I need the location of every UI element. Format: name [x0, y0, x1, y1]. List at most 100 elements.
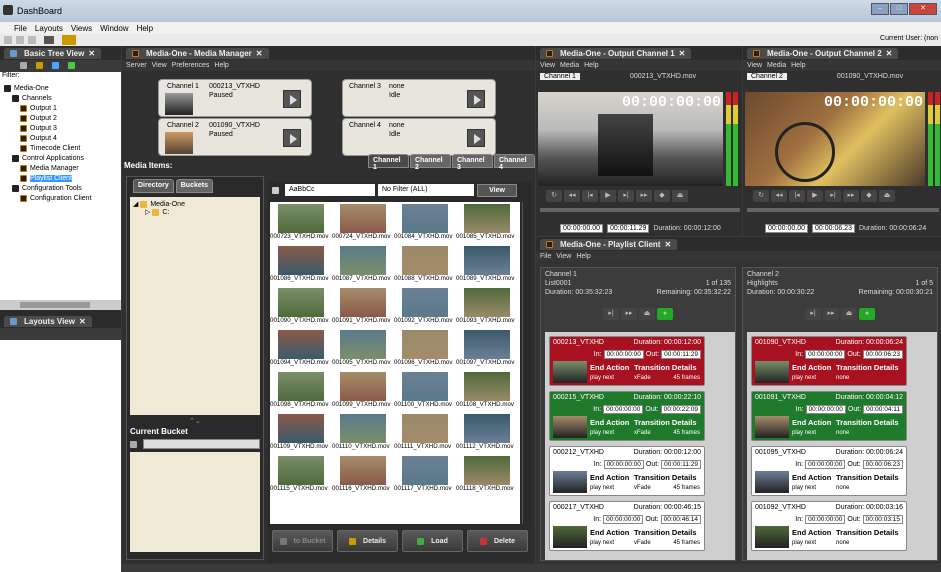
- playlist-item[interactable]: 001090_VTXHD Duration: 00:00:06:24 In: 00:0…: [751, 336, 907, 386]
- in-point[interactable]: 00:00:00:00: [603, 515, 644, 524]
- filter-dropdown[interactable]: No Filter (ALL): [378, 184, 474, 196]
- menu-server[interactable]: Server: [126, 62, 147, 69]
- filter-row[interactable]: Filter:: [0, 72, 121, 82]
- to-bucket-button[interactable]: to Bucket: [272, 530, 333, 552]
- tab-buckets[interactable]: Buckets: [175, 179, 213, 193]
- media-thumbnail[interactable]: 001094_VTXHD.mov: [270, 328, 332, 370]
- channel-1-box[interactable]: Channel 1 000213_VTXHD Paused: [158, 79, 312, 117]
- eject-icon[interactable]: ⏏: [672, 190, 688, 202]
- out-point[interactable]: 00:00:22:09: [660, 405, 701, 414]
- refresh-icon[interactable]: [52, 62, 59, 69]
- rewind-icon[interactable]: ◂◂: [564, 190, 580, 202]
- menu-view[interactable]: View: [747, 62, 762, 69]
- output1-tab[interactable]: Media-One - Output Channel 1 ✕: [540, 47, 692, 59]
- play-icon[interactable]: [467, 90, 485, 108]
- tree-options-icon[interactable]: [20, 62, 27, 69]
- splitter-icon[interactable]: ⌃⌄: [127, 417, 263, 427]
- tab-directory[interactable]: Directory: [133, 179, 174, 193]
- ffwd-icon[interactable]: ▸▸: [823, 308, 839, 320]
- menu-layouts[interactable]: Layouts: [35, 24, 63, 33]
- out-point[interactable]: 00:00:11.29: [606, 223, 650, 233]
- media-thumbnail[interactable]: 001115_VTXHD.mov: [270, 454, 332, 496]
- scroll-thumb[interactable]: [20, 302, 90, 308]
- load-button[interactable]: Load: [402, 530, 463, 552]
- in-point[interactable]: 00:00:00.00: [560, 223, 603, 233]
- eject-icon[interactable]: ⏏: [879, 190, 895, 202]
- media-thumbnail[interactable]: 001089_VTXHD.mov: [456, 244, 518, 286]
- tree-item[interactable]: Timecode Client: [4, 144, 121, 154]
- media-thumbnail[interactable]: 001090_VTXHD.mov: [270, 286, 332, 328]
- add-icon[interactable]: [68, 62, 75, 69]
- media-manager-tab[interactable]: Media-One - Media Manager ✕: [126, 47, 269, 59]
- out-point[interactable]: 00:00:11:29: [661, 460, 701, 469]
- tree-item[interactable]: Control Applications: [4, 154, 121, 164]
- tab-channel-2[interactable]: Channel 2: [410, 154, 451, 171]
- close-icon[interactable]: ✕: [664, 240, 671, 249]
- media-thumbnail[interactable]: 001096_VTXHD.mov: [394, 328, 456, 370]
- play-icon[interactable]: ▶: [807, 190, 823, 202]
- media-thumbnail[interactable]: 001088_VTXHD.mov: [394, 244, 456, 286]
- playlist-item[interactable]: 000213_VTXHD Duration: 00:00:12:00 In: 00:0…: [549, 336, 705, 386]
- media-thumbnail[interactable]: 001109_VTXHD.mov: [270, 412, 332, 454]
- media-thumbnail[interactable]: 001095_VTXHD.mov: [332, 328, 394, 370]
- in-point[interactable]: 00:00:00:00: [603, 405, 644, 414]
- close-icon[interactable]: ✕: [79, 317, 86, 326]
- in-point[interactable]: 00:00:00:00: [805, 405, 846, 414]
- media-thumbnail[interactable]: 001110_VTXHD.mov: [332, 412, 394, 454]
- out-point[interactable]: 00:00:06.23: [811, 223, 855, 233]
- menu-preferences[interactable]: Preferences: [172, 62, 210, 69]
- details-button[interactable]: Details: [337, 530, 398, 552]
- prev-icon[interactable]: |◂: [789, 190, 805, 202]
- loop-icon[interactable]: ↻: [546, 190, 562, 202]
- loop-icon[interactable]: ↻: [753, 190, 769, 202]
- next-icon[interactable]: ▸|: [825, 190, 841, 202]
- menu-media[interactable]: Media: [560, 62, 579, 69]
- menu-help[interactable]: Help: [584, 62, 598, 69]
- playlist-item[interactable]: 000217_VTXHD Duration: 00:00:46:15 In: 00:0…: [549, 501, 705, 551]
- view-button[interactable]: View: [477, 183, 517, 197]
- layout-icon[interactable]: [44, 36, 54, 44]
- menu-window[interactable]: Window: [100, 24, 128, 33]
- out-point[interactable]: 00:00:46:14: [660, 515, 701, 524]
- tab-channel-1[interactable]: Channel 1: [368, 154, 409, 171]
- channel-3-box[interactable]: Channel 3 none Idle: [342, 79, 496, 117]
- eject-icon[interactable]: ⏏: [841, 308, 857, 320]
- tree-item[interactable]: Configuration Client: [4, 194, 121, 204]
- ffwd-icon[interactable]: ▸▸: [843, 190, 859, 202]
- new-icon[interactable]: [4, 36, 12, 44]
- media-thumbnail[interactable]: 001091_VTXHD.mov: [332, 286, 394, 328]
- thumb-scrollbar[interactable]: [522, 202, 530, 524]
- media-thumbnail[interactable]: 001093_VTXHD.mov: [456, 286, 518, 328]
- tree-item[interactable]: Configuration Tools: [4, 184, 121, 194]
- eject-icon[interactable]: ⏏: [639, 308, 655, 320]
- channel-select[interactable]: Channel 1: [540, 72, 580, 80]
- playlist-item[interactable]: 001095_VTXHD Duration: 00:00:06:24 In: 00:0…: [751, 446, 907, 496]
- media-thumbnail[interactable]: 001098_VTXHD.mov: [270, 370, 332, 412]
- menu-help[interactable]: Help: [576, 253, 590, 260]
- status-icon[interactable]: ●: [859, 308, 875, 320]
- channel-select[interactable]: Channel 2: [747, 72, 787, 80]
- tree-scrollbar[interactable]: [0, 300, 121, 310]
- scrub-bar[interactable]: [540, 208, 740, 212]
- refresh-icon[interactable]: [272, 186, 279, 194]
- tab-channel-3[interactable]: Channel 3: [452, 154, 493, 171]
- marker-icon[interactable]: ◆: [654, 190, 670, 202]
- prev-icon[interactable]: |◂: [582, 190, 598, 202]
- in-point[interactable]: 00:00:00:00: [603, 350, 644, 359]
- ffwd-icon[interactable]: ▸▸: [621, 308, 637, 320]
- close-icon[interactable]: ✕: [88, 49, 95, 58]
- close-icon[interactable]: ✕: [909, 3, 937, 15]
- tree-tab[interactable]: Basic Tree View ✕: [4, 47, 102, 59]
- output2-tab[interactable]: Media-One - Output Channel 2 ✕: [747, 47, 899, 59]
- media-thumbnail[interactable]: 001097_VTXHD.mov: [456, 328, 518, 370]
- media-thumbnail[interactable]: 001116_VTXHD.mov: [332, 454, 394, 496]
- skip-icon[interactable]: ▸|: [603, 308, 619, 320]
- edit-icon[interactable]: [62, 35, 76, 45]
- media-thumbnail[interactable]: 001087_VTXHD.mov: [332, 244, 394, 286]
- rewind-icon[interactable]: ◂◂: [771, 190, 787, 202]
- maximize-icon[interactable]: □: [890, 3, 908, 15]
- menu-file[interactable]: File: [540, 253, 551, 260]
- playlist-item[interactable]: 001092_VTXHD Duration: 00:00:03:16 In: 00:0…: [751, 501, 907, 551]
- playlist-name[interactable]: Highlights: [747, 279, 778, 288]
- playlist-item[interactable]: 001091_VTXHD Duration: 00:00:04:12 In: 00:0…: [751, 391, 907, 441]
